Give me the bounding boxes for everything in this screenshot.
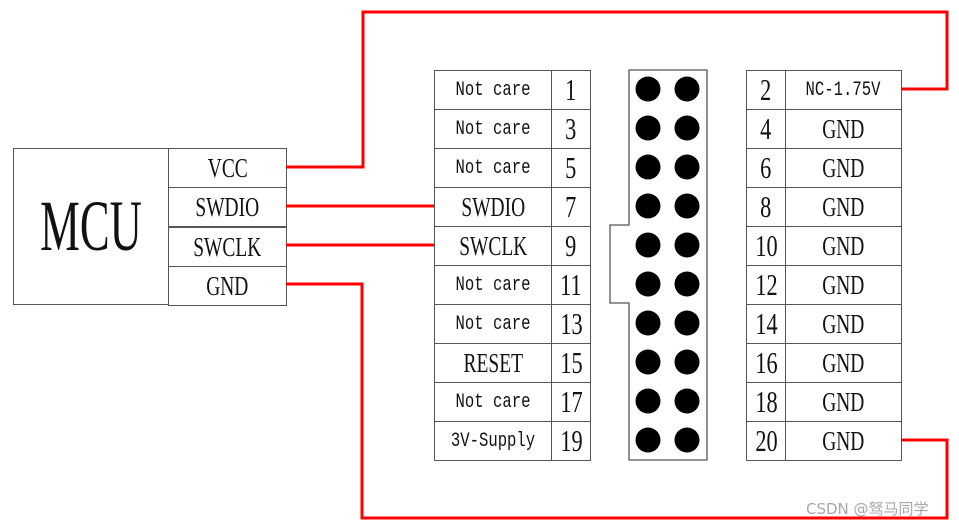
connector-pin-dot: [635, 271, 661, 297]
connector-pin-dot: [674, 310, 700, 336]
connector-pin-dot: [674, 115, 700, 141]
connector-pin-dot: [674, 349, 700, 375]
watermark: CSDN @驽马同学: [806, 500, 929, 518]
connector-pin-dot: [635, 76, 661, 102]
wire-vcc: [286, 10, 949, 169]
connector-pin-dot: [635, 232, 661, 258]
connector-pin-dot: [674, 232, 700, 258]
connector-pin-dot: [674, 271, 700, 297]
connector-pin-dot: [674, 388, 700, 414]
connector-pin-dot: [635, 349, 661, 375]
wire-gnd: [286, 282, 949, 520]
connector-pin-dot: [674, 154, 700, 180]
connector-pin-dot: [674, 193, 700, 219]
connector-pin-dot: [635, 115, 661, 141]
connector-pin-dot: [635, 310, 661, 336]
wiring-diagram: [286, 10, 949, 520]
connector-pin-dot: [635, 154, 661, 180]
connector-pin-dot: [635, 427, 661, 453]
connector-pin-dot: [635, 193, 661, 219]
connector-pin-dot: [635, 388, 661, 414]
connector-pin-dot: [674, 76, 700, 102]
connector-pin-dot: [674, 427, 700, 453]
